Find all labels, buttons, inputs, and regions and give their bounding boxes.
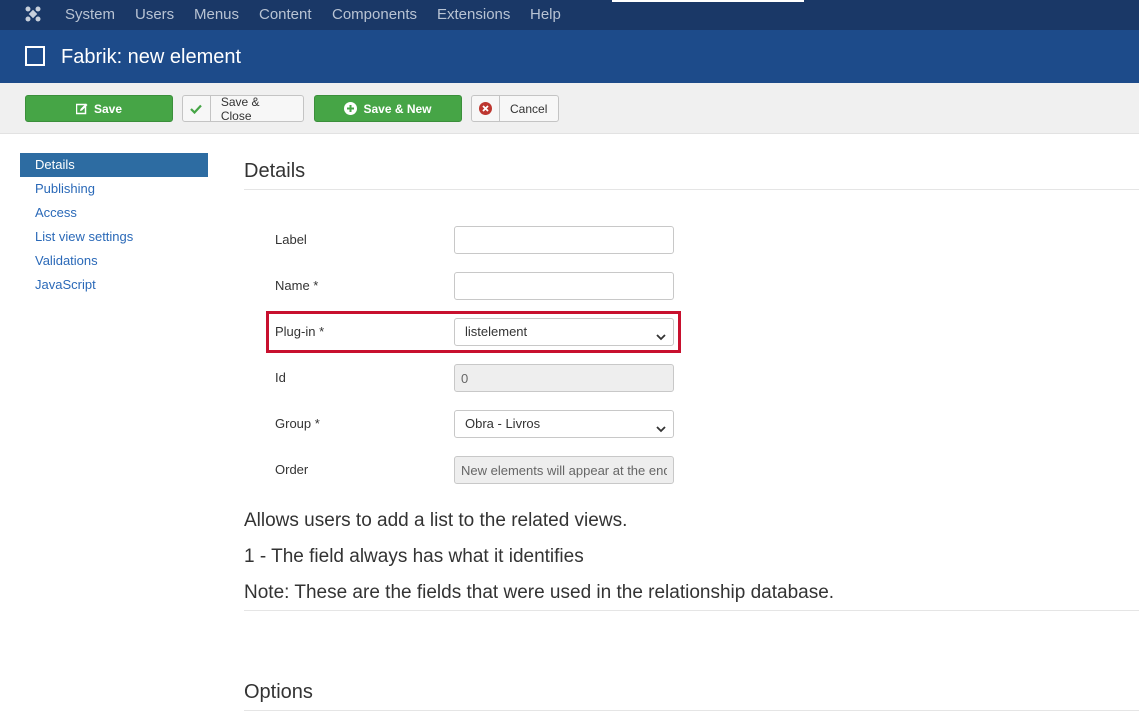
- details-divider: [244, 189, 1139, 190]
- label-input[interactable]: [454, 226, 674, 254]
- menu-extensions[interactable]: Extensions: [437, 6, 510, 23]
- description-line-2: 1 - The field always has what it identif…: [244, 546, 584, 567]
- page-header: Fabrik: new element: [0, 30, 1139, 83]
- description-line-3: Note: These are the fields that were use…: [244, 582, 835, 603]
- tab-validations[interactable]: Validations: [20, 249, 208, 273]
- save-new-button[interactable]: Save & New: [314, 95, 462, 122]
- menu-menus[interactable]: Menus: [194, 6, 239, 23]
- order-field-label: Order: [275, 462, 309, 477]
- menu-content[interactable]: Content: [259, 6, 312, 23]
- tab-access[interactable]: Access: [20, 201, 208, 225]
- menu-help[interactable]: Help: [530, 6, 561, 23]
- save-new-label: Save & New: [363, 101, 432, 116]
- group-select[interactable]: Obra - Livros: [454, 410, 674, 438]
- page-title: Fabrik: new element: [61, 46, 242, 68]
- id-input: [454, 364, 674, 392]
- cancel-label: Cancel: [510, 101, 548, 116]
- plugin-select[interactable]: listelement: [454, 318, 674, 346]
- chevron-down-icon: [655, 326, 667, 341]
- sidebar-tabs: Details Publishing Access List view sett…: [20, 153, 208, 297]
- menu-components[interactable]: Components: [332, 6, 417, 23]
- cancel-circle-icon: [472, 96, 500, 121]
- checkbox-square-icon: [25, 46, 45, 66]
- save-close-button[interactable]: Save & Close: [182, 94, 304, 123]
- menubar-accent-strip: [612, 0, 804, 2]
- plus-circle-icon: [344, 102, 358, 115]
- group-select-value: Obra - Livros: [465, 416, 541, 431]
- description-divider: [244, 610, 1139, 611]
- save-button[interactable]: Save: [25, 95, 173, 122]
- plugin-field-label: Plug-in *: [275, 324, 325, 339]
- name-input[interactable]: [454, 272, 674, 300]
- order-input: [454, 456, 674, 484]
- menu-system[interactable]: System: [65, 6, 115, 23]
- description-line-1: Allows users to add a list to the relate…: [244, 510, 628, 531]
- save-close-label: Save & Close: [220, 94, 260, 123]
- joomla-logo-icon[interactable]: [24, 5, 42, 23]
- save-label: Save: [93, 101, 123, 116]
- id-field-label: Id: [275, 370, 286, 385]
- edit-icon: [75, 103, 88, 115]
- tab-javascript[interactable]: JavaScript: [20, 273, 208, 297]
- menu-users[interactable]: Users: [135, 6, 174, 23]
- tab-details[interactable]: Details: [20, 153, 208, 177]
- check-icon: [183, 96, 211, 121]
- top-menubar: System Users Menus Content Components Ex…: [0, 0, 1139, 30]
- chevron-down-icon: [655, 418, 667, 433]
- cancel-button[interactable]: Cancel: [471, 95, 559, 122]
- toolbar: Save Save & Close Save & New Cancel: [0, 83, 1139, 134]
- label-field-label: Label: [275, 232, 307, 247]
- name-field-label: Name *: [275, 278, 319, 293]
- tab-list-view-settings[interactable]: List view settings: [20, 225, 208, 249]
- options-heading: Options: [244, 681, 313, 703]
- group-field-label: Group *: [275, 416, 320, 431]
- plugin-select-value: listelement: [465, 324, 528, 339]
- tab-publishing[interactable]: Publishing: [20, 177, 208, 201]
- details-heading: Details: [244, 160, 306, 182]
- options-divider: [244, 710, 1139, 711]
